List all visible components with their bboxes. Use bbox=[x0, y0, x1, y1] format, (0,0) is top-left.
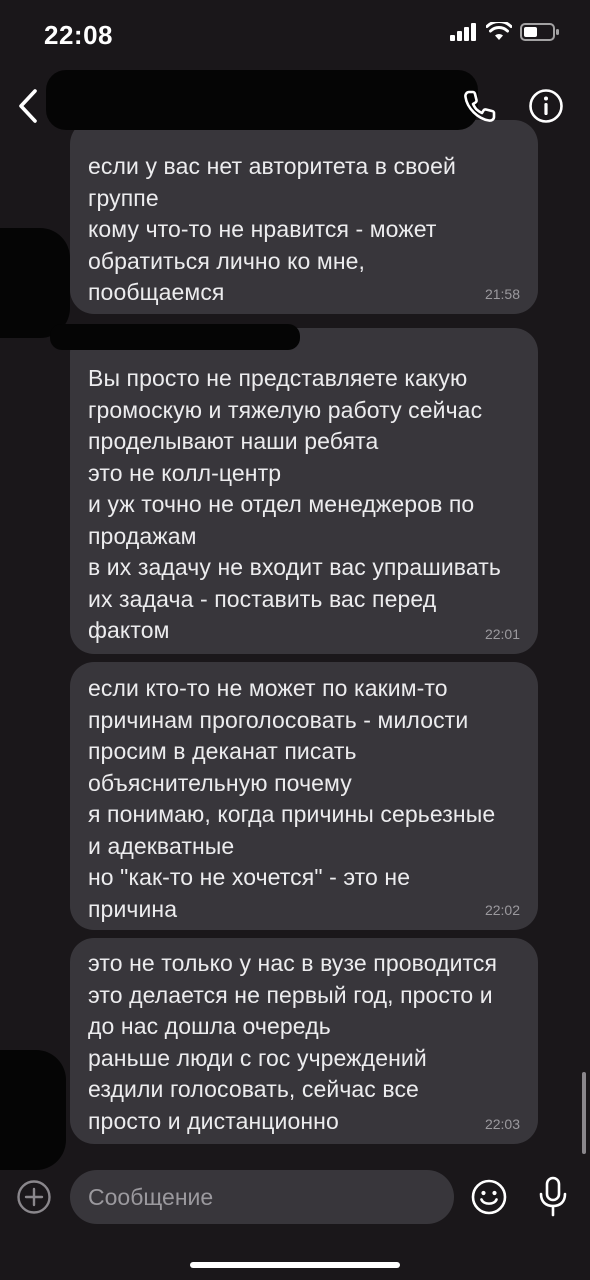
emoji-button[interactable] bbox=[470, 1178, 508, 1216]
wifi-icon bbox=[486, 22, 512, 40]
home-indicator[interactable] bbox=[190, 1262, 400, 1268]
signal-icon bbox=[450, 23, 476, 41]
microphone-icon bbox=[539, 1176, 567, 1217]
message-time: 22:01 bbox=[484, 626, 520, 642]
call-button[interactable] bbox=[460, 86, 500, 126]
message-composer: Сообщение bbox=[0, 1160, 590, 1240]
scrollbar[interactable] bbox=[582, 1072, 586, 1154]
redacted-sender-name bbox=[50, 324, 300, 350]
message-bubble[interactable]: если кто-то не может по каким-то причина… bbox=[70, 662, 538, 930]
battery-icon bbox=[520, 23, 559, 41]
message-text: это не только у нас в вузе проводится эт… bbox=[88, 950, 498, 1134]
redacted-chat-title bbox=[46, 70, 478, 130]
message-bubble[interactable]: Вы просто не представляете какую громоск… bbox=[70, 328, 538, 654]
message-time: 22:03 bbox=[484, 1116, 520, 1132]
attach-button[interactable] bbox=[16, 1179, 52, 1215]
message-text: если у вас нет авторитета в своей группе… bbox=[88, 153, 456, 305]
emoji-icon bbox=[471, 1179, 507, 1215]
message-input[interactable]: Сообщение bbox=[70, 1170, 454, 1224]
info-button[interactable] bbox=[528, 88, 564, 124]
status-bar: 22:08 bbox=[0, 0, 590, 70]
info-icon bbox=[529, 89, 563, 123]
message-time: 22:02 bbox=[484, 902, 520, 918]
status-icons bbox=[450, 22, 560, 42]
redacted-avatar bbox=[0, 228, 70, 338]
message-text: Вы просто не представляете какую громоск… bbox=[88, 365, 501, 643]
chat-area: если у вас нет авторитета в своей группе… bbox=[0, 0, 590, 1280]
microphone-button[interactable] bbox=[536, 1176, 570, 1218]
phone-icon bbox=[464, 90, 496, 122]
back-button[interactable] bbox=[10, 84, 46, 128]
add-icon bbox=[17, 1180, 51, 1214]
status-time: 22:08 bbox=[44, 20, 113, 50]
message-text: если кто-то не может по каким-то причина… bbox=[88, 675, 496, 922]
message-bubble[interactable]: если у вас нет авторитета в своей группе… bbox=[70, 120, 538, 314]
redacted-avatar bbox=[0, 1050, 66, 1170]
message-input-placeholder: Сообщение bbox=[88, 1183, 214, 1210]
chat-header bbox=[0, 70, 590, 145]
message-bubble[interactable]: это не только у нас в вузе проводится эт… bbox=[70, 938, 538, 1144]
message-time: 21:58 bbox=[484, 286, 520, 302]
chevron-left-icon bbox=[19, 89, 37, 123]
